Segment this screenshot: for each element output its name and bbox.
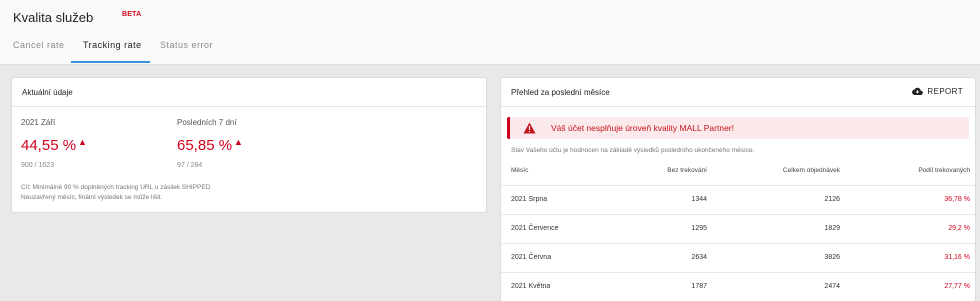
row-without: 1787	[691, 283, 707, 290]
quality-alert: Váš účet nesplňuje úroveň kvality MALL P…	[507, 117, 969, 139]
tab-cancel-rate[interactable]: Cancel rate	[13, 40, 65, 65]
column-month: Měsíc	[511, 167, 529, 174]
week-value: 65,85 % ▲	[177, 137, 243, 154]
table-row: 2021 Června 2634 3826 31,16 %	[501, 243, 975, 272]
row-total: 2474	[824, 283, 840, 290]
card-divider	[12, 106, 486, 107]
report-button[interactable]: REPORT	[912, 87, 963, 96]
cloud-download-icon	[912, 87, 924, 95]
status-explanation: Stav Vašeho účtu je hodnocen na základě …	[511, 147, 755, 154]
row-share: 29,2 %	[948, 225, 970, 232]
current-data-title: Aktuální údaje	[22, 88, 73, 97]
row-without: 1344	[691, 196, 707, 203]
report-label: REPORT	[927, 87, 963, 96]
row-share: 36,78 %	[944, 196, 970, 203]
row-share: 27,77 %	[944, 283, 970, 290]
column-total-orders: Celkem objednávek	[782, 167, 840, 174]
month-count: 900 / 1623	[21, 162, 55, 169]
row-month: 2021 Srpna	[511, 196, 548, 203]
table-row: 2021 Července 1295 1829 29,2 %	[501, 214, 975, 243]
unclosed-month-note: Neuzavřený měsíc, finální výsledek se mů…	[21, 194, 163, 201]
row-share: 31,16 %	[944, 254, 970, 261]
week-count: 97 / 284	[177, 162, 203, 169]
active-tab-indicator	[71, 61, 150, 63]
warning-icon	[523, 122, 536, 134]
goal-note: Cíl: Minimálně 90 % doplněných tracking …	[21, 184, 211, 191]
column-tracked-share: Podíl trekovaných	[918, 167, 970, 174]
row-total: 2126	[824, 196, 840, 203]
month-label: 2021 Září	[21, 118, 56, 127]
table-row: 2021 Srpna 1344 2126 36,78 %	[501, 185, 975, 214]
card-divider	[501, 106, 975, 107]
month-value: 44,55 % ▲	[21, 137, 87, 154]
row-month: 2021 Července	[511, 225, 559, 232]
row-month: 2021 Května	[511, 283, 551, 290]
page-header: Kvalita služeb BETA Cancel rate Tracking…	[0, 0, 980, 65]
warning-triangle-icon: ▲	[78, 137, 87, 147]
tab-status-error[interactable]: Status error	[160, 40, 213, 65]
page-title: Kvalita služeb	[13, 10, 94, 25]
row-total: 1829	[824, 225, 840, 232]
row-without: 2634	[691, 254, 707, 261]
column-without-tracking: Bez trekování	[667, 167, 707, 174]
row-month: 2021 Června	[511, 254, 552, 261]
week-label: Posledních 7 dní	[177, 118, 237, 127]
overview-title: Přehled za poslední měsíce	[511, 88, 610, 97]
row-without: 1295	[691, 225, 707, 232]
week-value-text: 65,85 %	[177, 137, 233, 154]
month-value-text: 44,55 %	[21, 137, 77, 154]
current-data-card: Aktuální údaje 2021 Září 44,55 % ▲ 900 / …	[11, 77, 487, 213]
table-row: 2021 Května 1787 2474 27,77 %	[501, 272, 975, 301]
alert-message: Váš účet nesplňuje úroveň kvality MALL P…	[551, 123, 735, 133]
beta-badge: BETA	[122, 11, 142, 18]
overview-card: Přehled za poslední měsíce REPORT Váš úč…	[500, 77, 976, 301]
row-total: 3826	[824, 254, 840, 261]
warning-triangle-icon: ▲	[234, 137, 243, 147]
